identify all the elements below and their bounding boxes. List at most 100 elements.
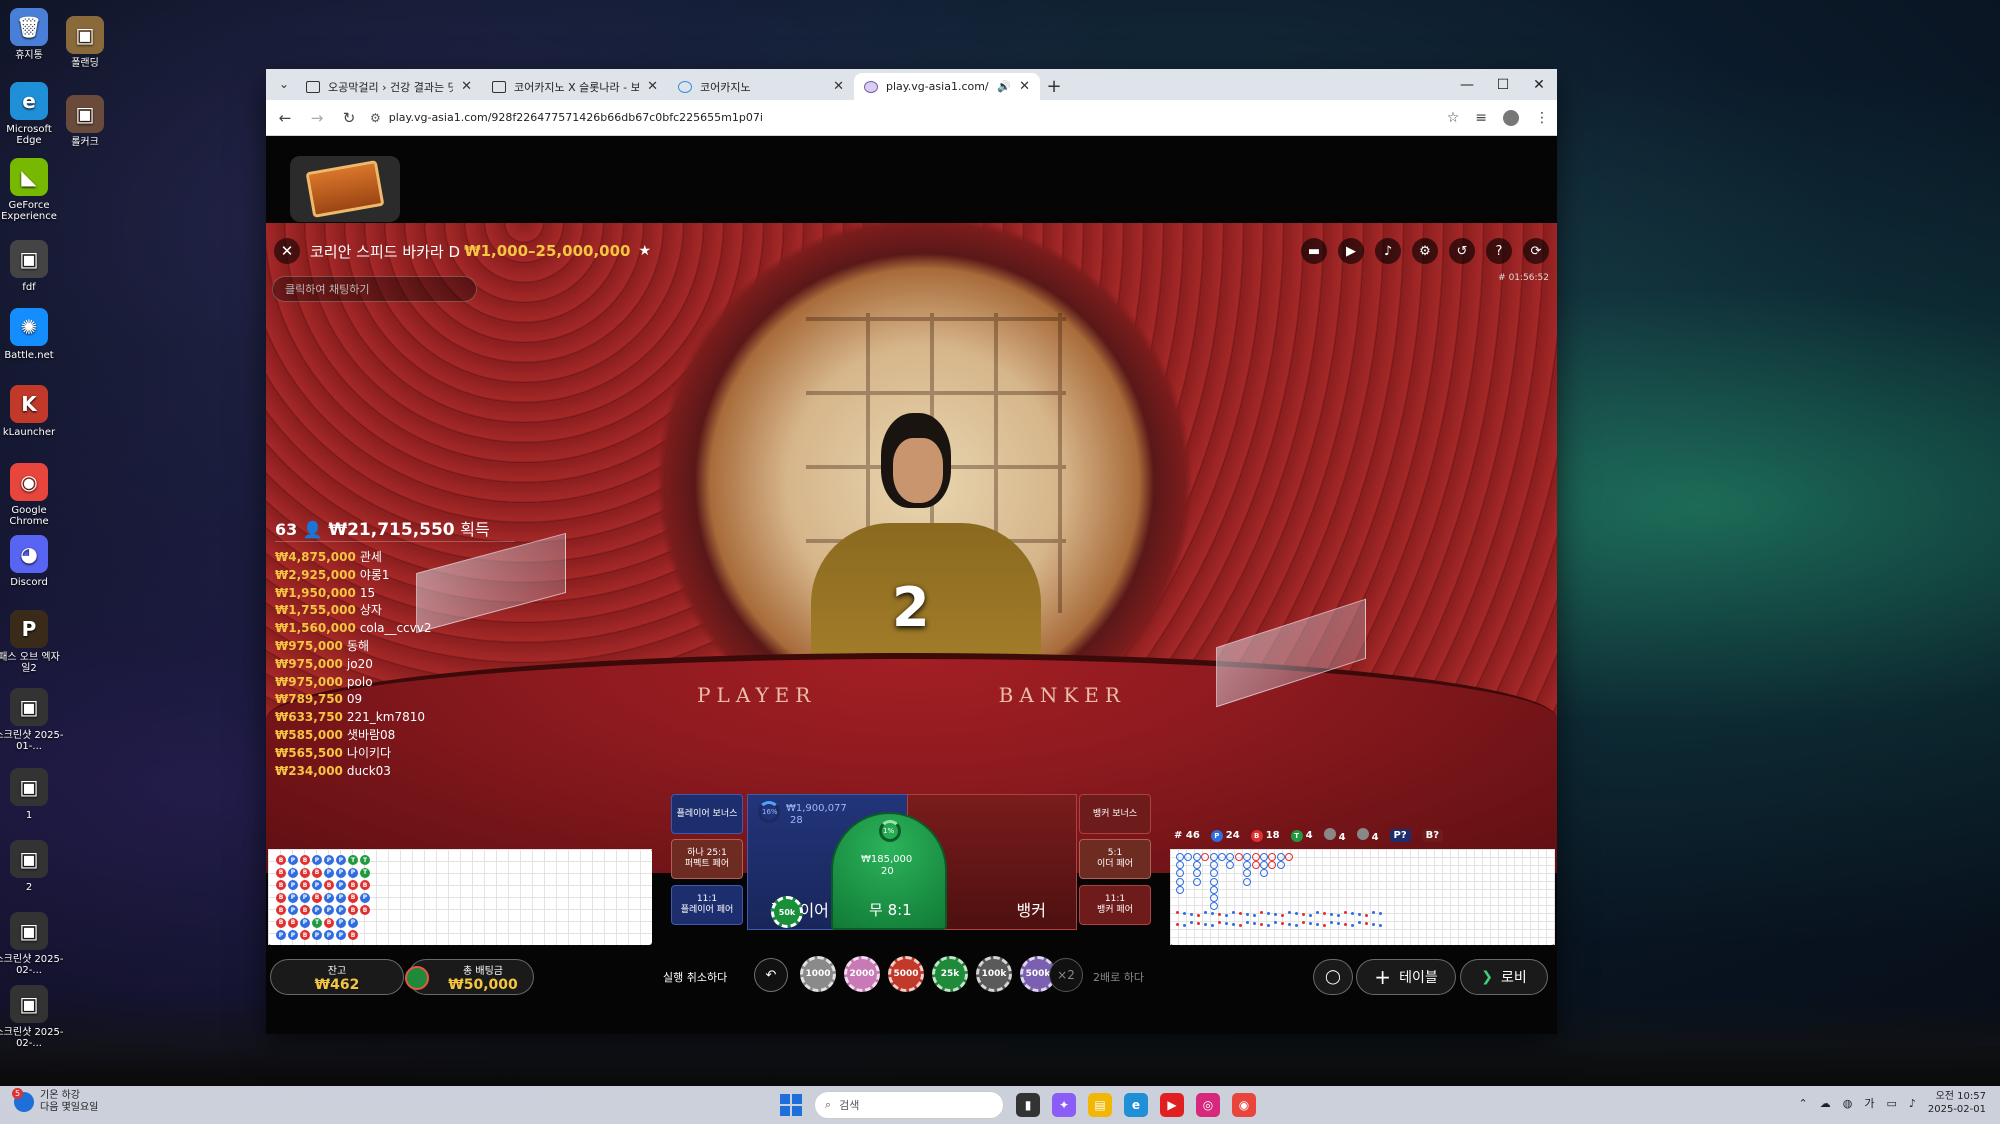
tab-close-icon[interactable]: ✕	[833, 79, 844, 94]
close-window-button[interactable]: ✕	[1521, 69, 1557, 100]
chip-2000[interactable]: 2000	[844, 956, 880, 992]
desktop-icon[interactable]: ◉ Google Chrome	[0, 463, 64, 527]
chat-icon[interactable]: ▬	[1301, 238, 1327, 264]
edge-icon[interactable]: e	[1124, 1093, 1148, 1117]
desktop-icon[interactable]: ▣ 스크린샷 2025-01-...	[0, 688, 64, 752]
either-pair-bet[interactable]: 5:1 이더 페어	[1079, 839, 1151, 879]
menu-kebab-icon[interactable]: ⋮	[1535, 110, 1549, 126]
player-pair-bet[interactable]: 11:1 플레이어 페어	[671, 885, 743, 925]
sound-icon[interactable]: ♪	[1375, 238, 1401, 264]
double-button[interactable]: ×2	[1049, 958, 1083, 992]
video-camera-icon[interactable]: ▶	[1338, 238, 1364, 264]
desktop-icon[interactable]: ◕ Discord	[0, 535, 64, 588]
player-predict[interactable]: P?	[1389, 829, 1411, 842]
start-windows-icon[interactable]	[780, 1094, 802, 1116]
tab-close-icon[interactable]: ✕	[1019, 79, 1030, 94]
undo-button[interactable]: ↶	[754, 958, 788, 992]
winner-row: ₩975,000 jo20	[275, 656, 431, 674]
browser-tab[interactable]: 오공막걸리 › 건강 결과는 댓으로... ✕	[296, 73, 482, 100]
add-table-button[interactable]: + 테이블	[1356, 959, 1456, 995]
winner-row: ₩1,755,000 상자	[275, 602, 431, 620]
derived-road-mark	[1204, 911, 1207, 914]
tab-search-chevron-icon[interactable]: ⌄	[272, 72, 296, 96]
app-icon: ▣	[10, 985, 48, 1023]
desktop-icon[interactable]: ▣ 폴랜딩	[50, 16, 120, 69]
chrome-icon[interactable]: ◉	[1232, 1093, 1256, 1117]
desktop-icon[interactable]: ✺ Battle.net	[0, 308, 64, 361]
instagram-icon[interactable]: ◎	[1196, 1093, 1220, 1117]
tie-bet-spot[interactable]: 1% ₩185,000 20 무 8:1	[831, 812, 947, 930]
onedrive-icon[interactable]: ☁	[1820, 1097, 1831, 1110]
new-tab-button[interactable]: +	[1040, 73, 1068, 100]
derived-road-mark	[1246, 921, 1249, 924]
volume-icon[interactable]: ♪	[1909, 1097, 1916, 1110]
derived-road-mark	[1274, 921, 1277, 924]
tab-audio-icon[interactable]: 🔊	[997, 80, 1011, 93]
tab-close-icon[interactable]: ✕	[461, 79, 472, 94]
desktop-icon[interactable]: ▣ 스크린샷 2025-02-...	[0, 985, 64, 1049]
placed-chip: 50k	[771, 896, 803, 928]
settings-gear-icon[interactable]: ⚙	[1412, 238, 1438, 264]
winner-amount: ₩975,000	[275, 638, 343, 653]
forward-arrow-icon[interactable]: →	[306, 109, 328, 127]
help-icon[interactable]: ?	[1486, 238, 1512, 264]
site-info-icon[interactable]: ⚙	[370, 111, 381, 125]
minimize-button[interactable]: —	[1449, 69, 1485, 100]
favorite-star-icon[interactable]: ★	[638, 243, 651, 259]
lobby-button[interactable]: ❯ 로비	[1460, 959, 1548, 995]
player-bonus-bet[interactable]: 플레이어 보너스	[671, 794, 743, 834]
chip-1000[interactable]: 1000	[800, 956, 836, 992]
desktop-icon[interactable]: ▣ 1	[0, 768, 64, 821]
ime-indicator[interactable]: 가	[1864, 1095, 1874, 1111]
taskbar-search[interactable]: ⌕ 검색	[814, 1091, 1004, 1119]
chat-input[interactable]	[272, 276, 477, 302]
perfect-pair-label: 퍼펙트 페어	[684, 859, 730, 869]
tab-close-icon[interactable]: ✕	[647, 79, 658, 94]
network-icon[interactable]: ▭	[1886, 1097, 1896, 1110]
taskbar: 기온 하강 다음 몇일요일 ⌕ 검색 ▮ ✦ ▤ e ▶ ◎ ◉ ⌃ ☁ ◍ 가 …	[0, 1086, 2000, 1124]
banker-pair-bet[interactable]: 11:1 뱅커 페어	[1079, 885, 1151, 925]
chip-25k[interactable]: 25k	[932, 956, 968, 992]
bead-road[interactable]: BPBPPPTTBPBBPPPTBPBPBPBBBPPBPPBPBPBPPPBB…	[268, 849, 652, 945]
desktop-icon[interactable]: ▣ 2	[0, 840, 64, 893]
youtube-icon[interactable]: ▶	[1160, 1093, 1184, 1117]
history-icon[interactable]: ↺	[1449, 238, 1475, 264]
bookmark-star-icon[interactable]: ☆	[1447, 110, 1460, 126]
perfect-pair-bet[interactable]: 하나 25:1 퍼펙트 페어	[671, 839, 743, 879]
browser-tab[interactable]: play.vg-asia1.com/928f226... 🔊 ✕	[854, 73, 1040, 100]
chip-5000[interactable]: 5000	[888, 956, 924, 992]
copilot-icon[interactable]: ✦	[1052, 1093, 1076, 1117]
balance-label: 잔고	[327, 965, 347, 977]
desktop-icon[interactable]: ◣ GeForce Experience	[0, 158, 64, 222]
security-icon[interactable]: ◍	[1843, 1097, 1853, 1110]
close-game-icon[interactable]: ✕	[274, 238, 300, 264]
media-control-icon[interactable]: ≡	[1475, 110, 1487, 126]
banker-predict[interactable]: B?	[1421, 829, 1444, 842]
browser-tab[interactable]: 코어카지노 ✕	[668, 73, 854, 100]
desktop-icon[interactable]: ▣ fdf	[0, 240, 64, 293]
profile-avatar[interactable]	[1503, 109, 1519, 126]
fullscreen-refresh-icon[interactable]: ⟳	[1523, 238, 1549, 264]
desktop-icon-label: 롤커크	[71, 137, 99, 148]
task-view-icon[interactable]: ▮	[1016, 1093, 1040, 1117]
weather-widget[interactable]: 기온 하강 다음 몇일요일	[12, 1088, 98, 1114]
file-explorer-icon[interactable]: ▤	[1088, 1093, 1112, 1117]
big-road[interactable]	[1170, 849, 1555, 945]
desktop-icon[interactable]: ▣ 롤커크	[50, 95, 120, 148]
chip-100k[interactable]: 100k	[976, 956, 1012, 992]
clock[interactable]: 오전 10:57 2025-02-01	[1928, 1090, 1986, 1116]
url-field[interactable]: ⚙ play.vg-asia1.com/928f226477571426b66d…	[370, 104, 1437, 132]
browser-tab[interactable]: 코어카지노 X 슬롯나라 - 보증업... ✕	[482, 73, 668, 100]
player-pair-icon	[1323, 828, 1336, 840]
treasure-chest-promo[interactable]	[290, 156, 400, 222]
back-arrow-icon[interactable]: ←	[274, 109, 296, 127]
desktop-icon[interactable]: P 패스 오브 엑자일2	[0, 610, 64, 674]
banker-bonus-bet[interactable]: 뱅커 보너스	[1079, 794, 1151, 834]
chat-toggle-button[interactable]: ◯	[1313, 959, 1353, 995]
maximize-button[interactable]: ☐	[1485, 69, 1521, 100]
desktop-icon[interactable]: KkLauncher	[0, 385, 64, 438]
tray-chevron-icon[interactable]: ⌃	[1798, 1097, 1807, 1110]
desktop-icon[interactable]: ▣ 스크린샷 2025-02-...	[0, 912, 64, 976]
reload-icon[interactable]: ↻	[338, 109, 360, 127]
bead: B	[348, 930, 358, 940]
